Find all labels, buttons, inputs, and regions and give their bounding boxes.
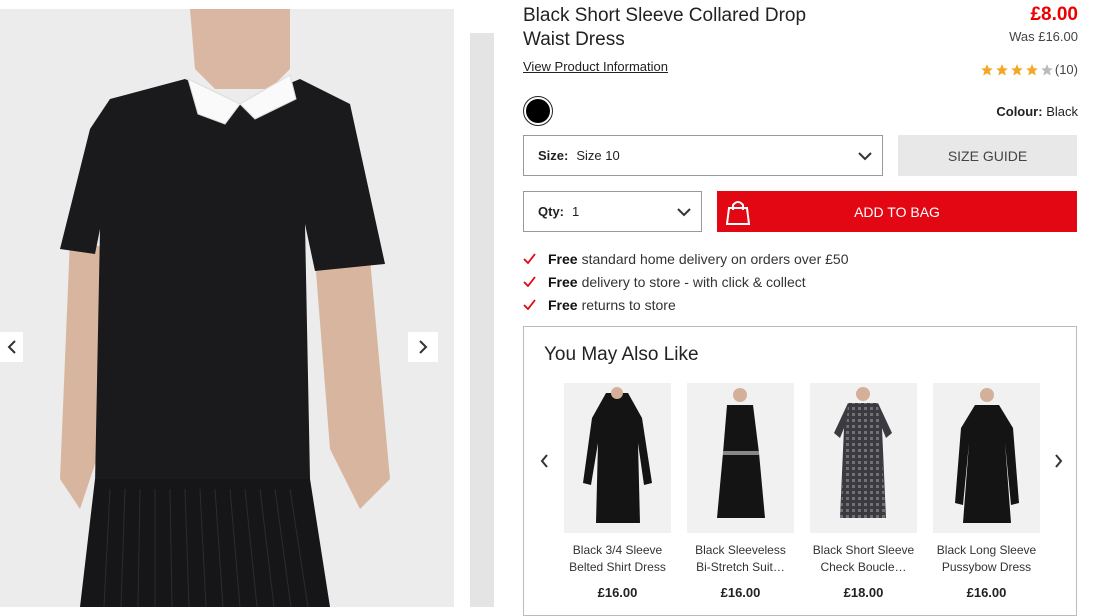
checkmark-icon xyxy=(523,252,536,264)
perk-item: Free returns to store xyxy=(523,293,849,316)
chevron-down-icon xyxy=(677,207,691,216)
recommended-product-name: Black Short Sleeve Check Boucle… xyxy=(812,543,915,574)
was-price: Was £16.00 xyxy=(1009,29,1078,44)
recommended-product-image xyxy=(810,383,917,533)
gallery-prev-button[interactable] xyxy=(0,332,23,362)
size-value: Size 10 xyxy=(576,148,620,163)
product-title: Black Short Sleeve Collared Drop Waist D… xyxy=(523,5,807,50)
carousel-prev-button[interactable] xyxy=(534,451,554,471)
secondary-image-strip[interactable] xyxy=(470,33,494,607)
recommended-product-card[interactable]: Black Long Sleeve Pussybow Dress £16.00 xyxy=(933,383,1040,600)
add-to-bag-button[interactable]: ADD TO BAG xyxy=(717,191,1077,232)
chevron-right-icon xyxy=(1054,454,1062,468)
carousel-next-button[interactable] xyxy=(1048,451,1068,471)
chevron-down-icon xyxy=(858,151,872,160)
product-image-gallery[interactable] xyxy=(0,9,454,607)
colour-swatch-black[interactable] xyxy=(523,96,553,126)
gallery-next-button[interactable] xyxy=(408,332,438,362)
recommended-product-card[interactable]: Black 3/4 Sleeve Belted Shirt Dress £16.… xyxy=(564,383,671,600)
recommended-product-price: £18.00 xyxy=(843,585,884,600)
rating-stars xyxy=(980,63,1055,77)
chevron-left-icon xyxy=(7,340,16,354)
star-icon xyxy=(1026,63,1038,76)
perk-bold: Free xyxy=(548,273,578,290)
rating-count: (10) xyxy=(1054,62,1078,77)
qty-label: Qty: xyxy=(538,204,564,219)
star-icon xyxy=(996,63,1008,76)
size-guide-button[interactable]: SIZE GUIDE xyxy=(898,135,1077,176)
perk-bold: Free xyxy=(548,296,578,313)
recommended-product-price: £16.00 xyxy=(966,585,1007,600)
chevron-left-icon xyxy=(540,454,548,468)
perk-bold: Free xyxy=(548,250,578,267)
delivery-perks-list: Free standard home delivery on orders ove… xyxy=(523,247,849,316)
qty-value: 1 xyxy=(572,204,580,219)
perk-text: standard home delivery on orders over £5… xyxy=(581,250,849,267)
perk-item: Free delivery to store - with click & col… xyxy=(523,270,849,293)
star-icon xyxy=(1041,63,1053,76)
colour-indicator: Colour: Black xyxy=(996,104,1078,119)
add-to-bag-label: ADD TO BAG xyxy=(854,203,940,220)
star-icon xyxy=(981,63,993,76)
shopping-bag-icon xyxy=(717,191,758,232)
recommended-product-price: £16.00 xyxy=(720,585,761,600)
perk-text: returns to store xyxy=(581,296,676,313)
product-price: £8.00 xyxy=(1030,4,1078,25)
view-product-information-link[interactable]: View Product Information xyxy=(523,59,668,74)
colour-label: Colour: xyxy=(996,104,1043,119)
chevron-right-icon xyxy=(419,340,428,354)
recommended-product-name: Black Sleeveless Bi-Stretch Suit… xyxy=(695,543,786,574)
size-label: Size: xyxy=(538,148,569,163)
recommended-product-image xyxy=(564,383,671,533)
colour-value: Black xyxy=(1046,104,1078,119)
recommended-product-name: Black Long Sleeve Pussybow Dress xyxy=(936,543,1037,574)
checkmark-icon xyxy=(523,275,536,287)
recommended-product-image xyxy=(687,383,794,533)
you-may-also-like-title: You May Also Like xyxy=(544,344,699,365)
perk-item: Free standard home delivery on orders ove… xyxy=(523,247,849,270)
checkmark-icon xyxy=(523,298,536,310)
quantity-select[interactable]: Qty: 1 xyxy=(523,191,702,232)
recommended-product-image xyxy=(933,383,1040,533)
star-icon xyxy=(1011,63,1023,76)
product-rating[interactable]: (10) xyxy=(980,62,1078,77)
swatch-fill xyxy=(526,99,550,123)
recommended-product-name: Black 3/4 Sleeve Belted Shirt Dress xyxy=(569,543,666,574)
recommended-product-price: £16.00 xyxy=(597,585,638,600)
recommended-product-card[interactable]: Black Short Sleeve Check Boucle… £18.00 xyxy=(810,383,917,600)
size-select[interactable]: Size: Size 10 xyxy=(523,135,883,176)
product-image xyxy=(0,9,454,607)
recommended-product-card[interactable]: Black Sleeveless Bi-Stretch Suit… £16.00 xyxy=(687,383,794,600)
perk-text: delivery to store - with click & collect xyxy=(581,273,806,290)
you-may-also-like-panel: You May Also Like Black 3/4 Sleeve Belte… xyxy=(523,326,1077,616)
